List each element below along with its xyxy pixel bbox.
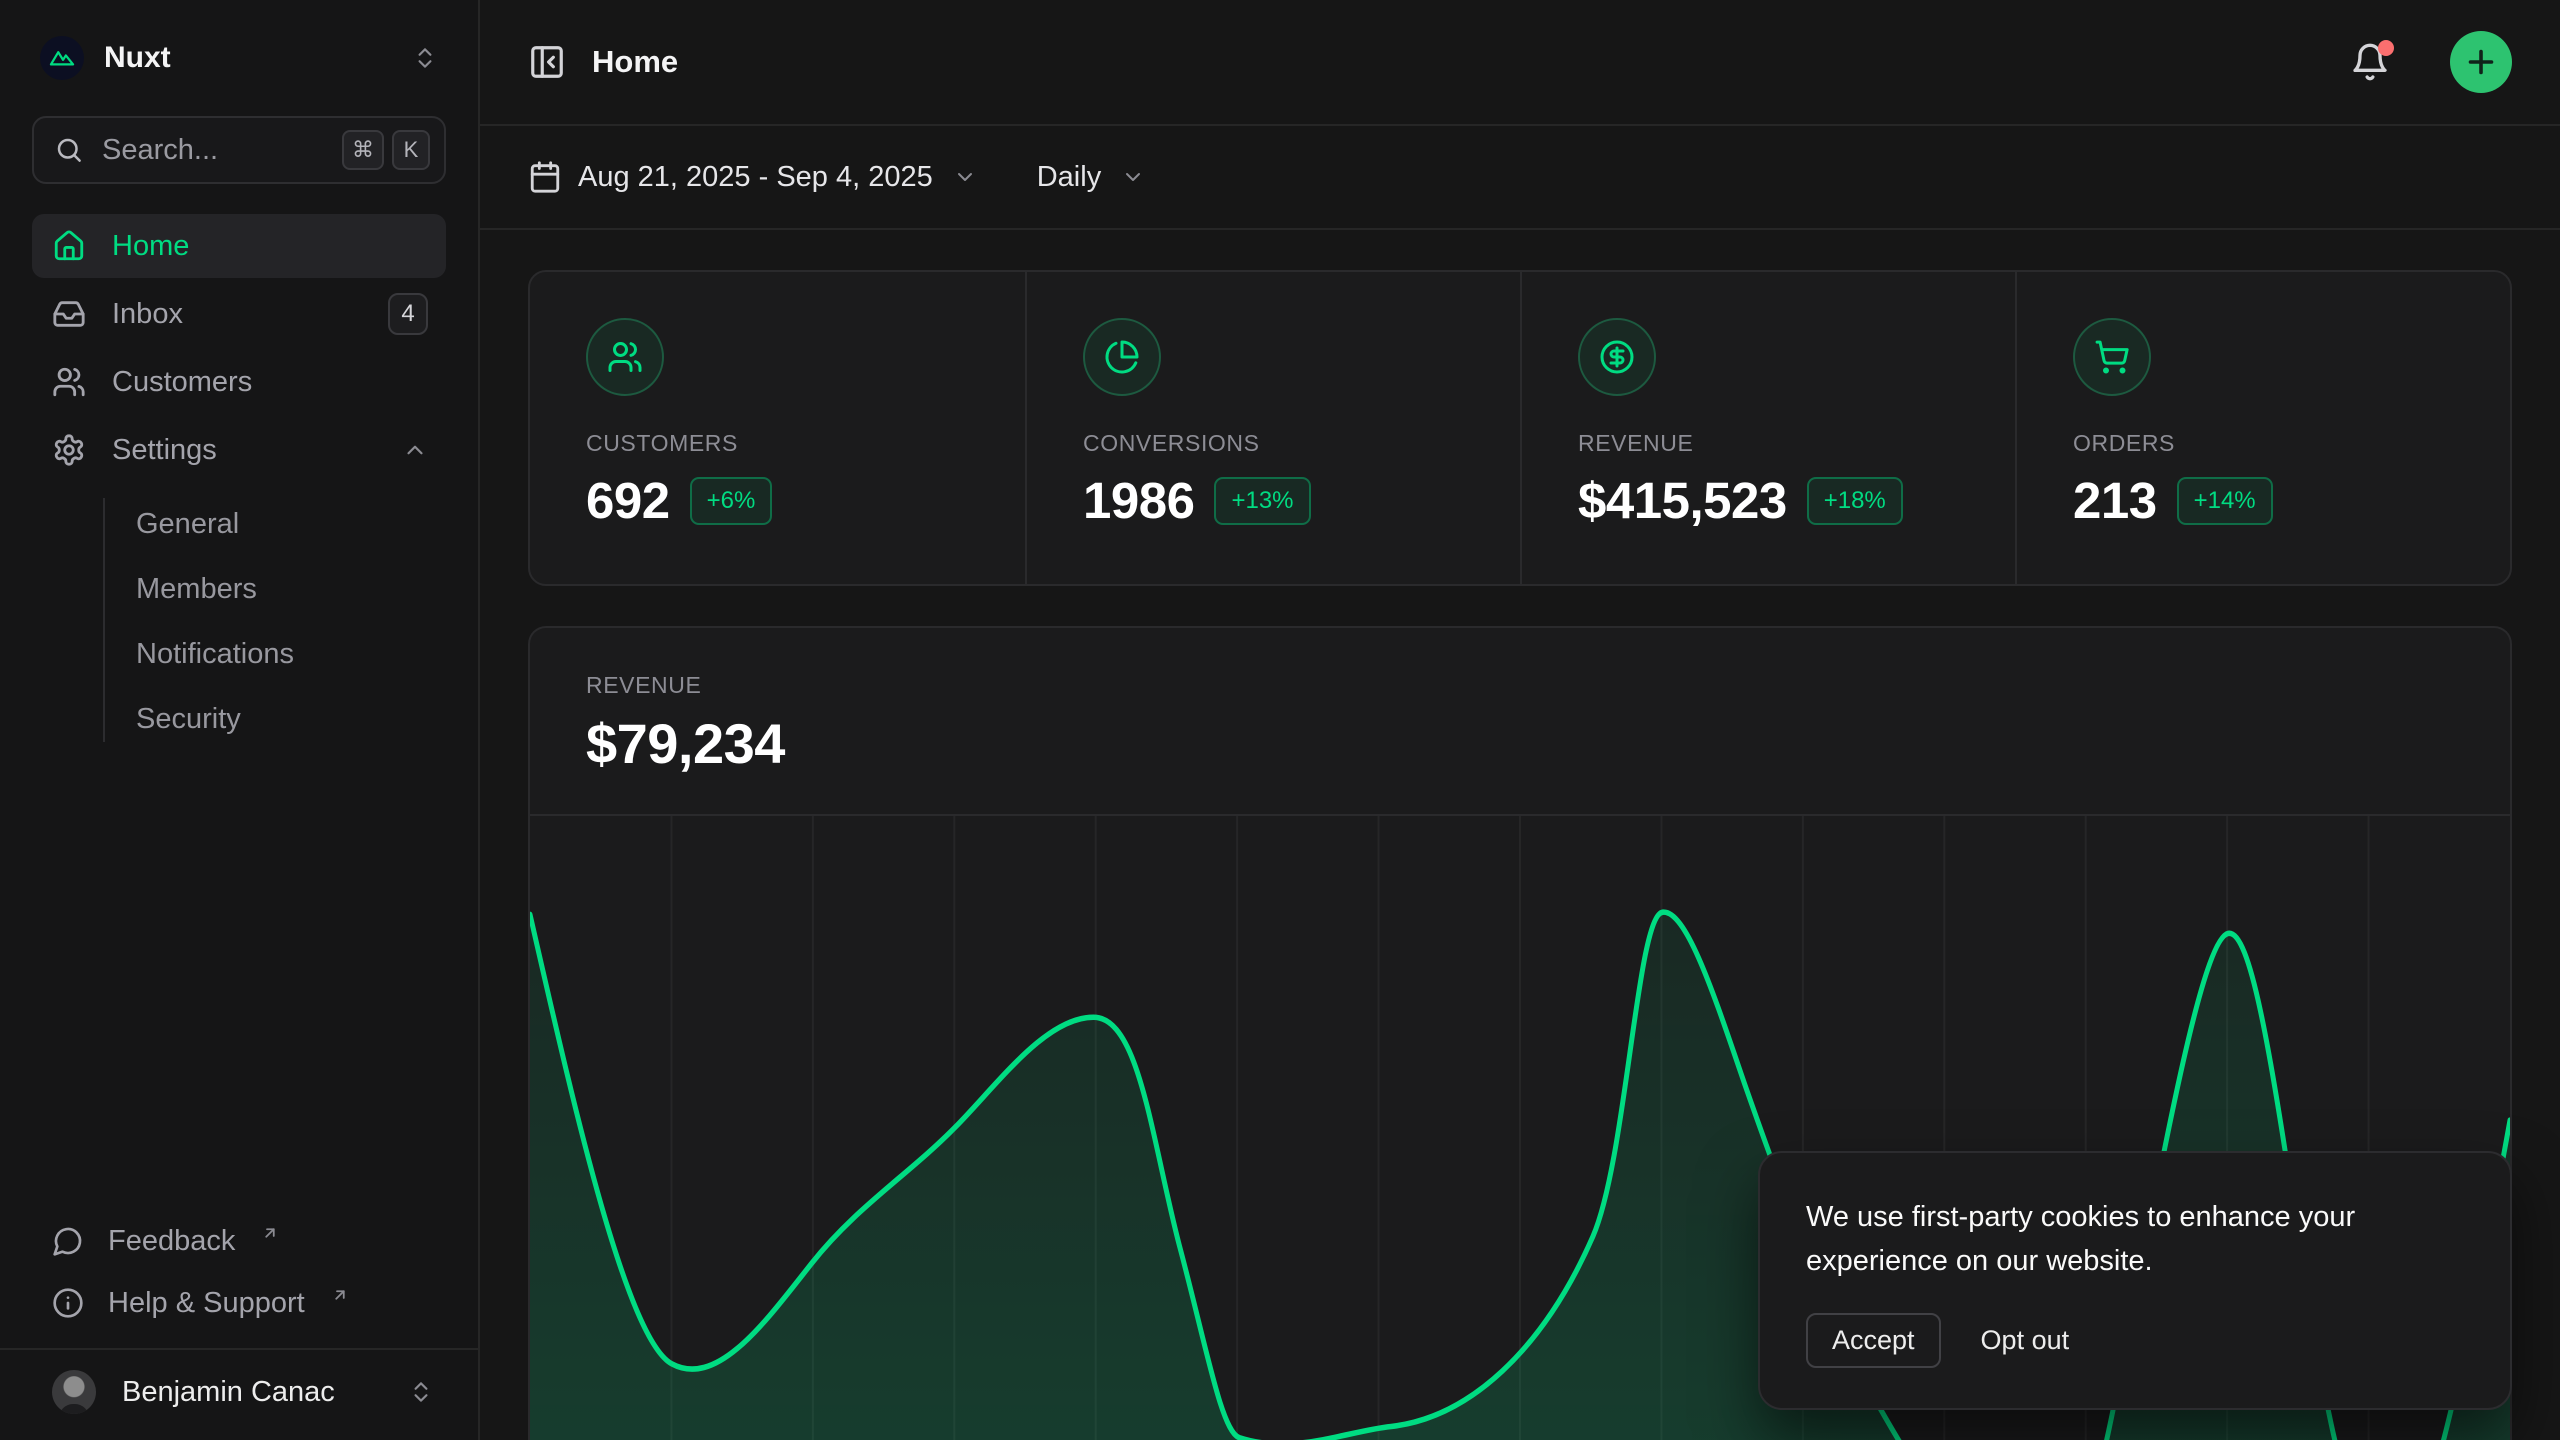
chevron-down-icon	[953, 165, 977, 189]
chevrons-up-down-icon	[412, 45, 438, 71]
collapse-sidebar-button[interactable]	[528, 43, 566, 81]
info-icon	[52, 1287, 84, 1319]
kbd-key: K	[392, 130, 430, 170]
cookie-message: We use first-party cookies to enhance yo…	[1806, 1195, 2416, 1283]
chart-header: Revenue $79,234	[530, 628, 2510, 814]
user-name: Benjamin Canac	[122, 1376, 382, 1409]
stat-label: Revenue	[1578, 430, 1975, 457]
stat-delta-badge: +13%	[1214, 477, 1310, 525]
stat-label: Conversions	[1083, 430, 1480, 457]
chart-title: Revenue	[586, 672, 2454, 699]
stat-value: 692	[586, 471, 670, 530]
kbd-meta: ⌘	[342, 130, 384, 170]
panel-left-close-icon	[528, 43, 566, 81]
home-icon	[52, 229, 86, 263]
accept-button[interactable]: Accept	[1806, 1313, 1941, 1368]
sidebar-item-security[interactable]: Security	[136, 687, 446, 752]
search-input[interactable]: Search... ⌘ K	[32, 116, 446, 184]
subnav-label: Members	[136, 573, 257, 606]
date-range-picker[interactable]: Aug 21, 2025 - Sep 4, 2025	[528, 160, 977, 194]
sidebar-item-inbox[interactable]: Inbox 4	[32, 282, 446, 346]
granularity-select[interactable]: Daily	[1037, 161, 1145, 194]
stat-delta-badge: +18%	[1807, 477, 1903, 525]
sidebar-item-members[interactable]: Members	[136, 557, 446, 622]
subnav-label: Security	[136, 703, 241, 736]
sidebar-item-home[interactable]: Home	[32, 214, 446, 278]
stat-revenue[interactable]: Revenue $415,523 +18%	[1520, 272, 2015, 584]
circle-dollar-icon	[1578, 318, 1656, 396]
help-support-link[interactable]: Help & Support	[32, 1272, 446, 1334]
page-title: Home	[592, 44, 2324, 80]
plus-icon	[2463, 44, 2499, 80]
stat-label: Orders	[2073, 430, 2470, 457]
message-circle-icon	[52, 1225, 84, 1257]
feedback-link[interactable]: Feedback	[32, 1210, 446, 1272]
filters-toolbar: Aug 21, 2025 - Sep 4, 2025 Daily	[480, 126, 2560, 230]
sidebar-item-notifications[interactable]: Notifications	[136, 622, 446, 687]
sidebar-item-label: Home	[112, 230, 428, 263]
stat-value: $415,523	[1578, 471, 1787, 530]
user-menu[interactable]: Benjamin Canac	[0, 1348, 478, 1440]
sidebar-footer: Feedback Help & Support Benjamin Canac	[32, 1210, 446, 1440]
avatar	[52, 1370, 96, 1414]
inbox-icon	[52, 297, 86, 331]
search-icon	[54, 135, 84, 165]
sidebar-item-general[interactable]: General	[136, 492, 446, 557]
stat-conversions[interactable]: Conversions 1986 +13%	[1025, 272, 1520, 584]
sidebar-item-customers[interactable]: Customers	[32, 350, 446, 414]
main-panel: Home Aug 21, 2025 - Sep 4, 2025	[480, 0, 2560, 1440]
foot-link-label: Feedback	[108, 1225, 235, 1258]
add-button[interactable]	[2450, 31, 2512, 93]
subnav-label: General	[136, 508, 239, 541]
stat-orders[interactable]: Orders 213 +14%	[2015, 272, 2510, 584]
opt-out-button[interactable]: Opt out	[1981, 1325, 2070, 1356]
stat-delta-badge: +6%	[690, 477, 773, 525]
stat-delta-badge: +14%	[2177, 477, 2273, 525]
stats-card: Customers 692 +6% Conversions 1986 +13%	[528, 270, 2512, 586]
sidebar: Nuxt Search... ⌘ K Home	[0, 0, 480, 1440]
pie-chart-icon	[1083, 318, 1161, 396]
chevron-up-icon	[402, 437, 428, 463]
sidebar-item-label: Customers	[112, 366, 428, 399]
shopping-cart-icon	[2073, 318, 2151, 396]
date-range-value: Aug 21, 2025 - Sep 4, 2025	[578, 161, 933, 194]
calendar-icon	[528, 160, 562, 194]
sidebar-item-settings[interactable]: Settings	[32, 418, 446, 482]
sidebar-nav: Home Inbox 4 Customers	[32, 214, 446, 752]
inbox-count-badge: 4	[388, 293, 428, 335]
granularity-value: Daily	[1037, 161, 1101, 194]
stat-label: Customers	[586, 430, 985, 457]
stat-value: 1986	[1083, 471, 1194, 530]
external-link-icon	[261, 1224, 279, 1242]
users-icon	[52, 365, 86, 399]
settings-subnav: General Members Notifications Security	[32, 492, 446, 752]
search-placeholder: Search...	[102, 134, 324, 167]
sidebar-item-label: Inbox	[112, 298, 362, 331]
sidebar-item-label: Settings	[112, 434, 376, 467]
cookie-actions: Accept Opt out	[1806, 1313, 2464, 1368]
notifications-button[interactable]	[2350, 42, 2390, 82]
team-switcher[interactable]: Nuxt	[32, 36, 446, 80]
team-name: Nuxt	[104, 41, 392, 75]
chevron-down-icon	[1121, 165, 1145, 189]
nuxt-logo-icon	[40, 36, 84, 80]
chart-current-value: $79,234	[586, 711, 2454, 776]
page-header: Home	[480, 0, 2560, 126]
gear-icon	[52, 433, 86, 467]
subnav-label: Notifications	[136, 638, 294, 671]
stat-value: 213	[2073, 471, 2157, 530]
external-link-icon	[331, 1286, 349, 1304]
search-shortcut: ⌘ K	[342, 130, 430, 170]
stat-customers[interactable]: Customers 692 +6%	[530, 272, 1025, 584]
chevrons-up-down-icon	[408, 1379, 434, 1405]
notification-dot	[2378, 40, 2394, 56]
cookie-banner: We use first-party cookies to enhance yo…	[1758, 1151, 2512, 1410]
foot-link-label: Help & Support	[108, 1287, 305, 1320]
users-icon	[586, 318, 664, 396]
